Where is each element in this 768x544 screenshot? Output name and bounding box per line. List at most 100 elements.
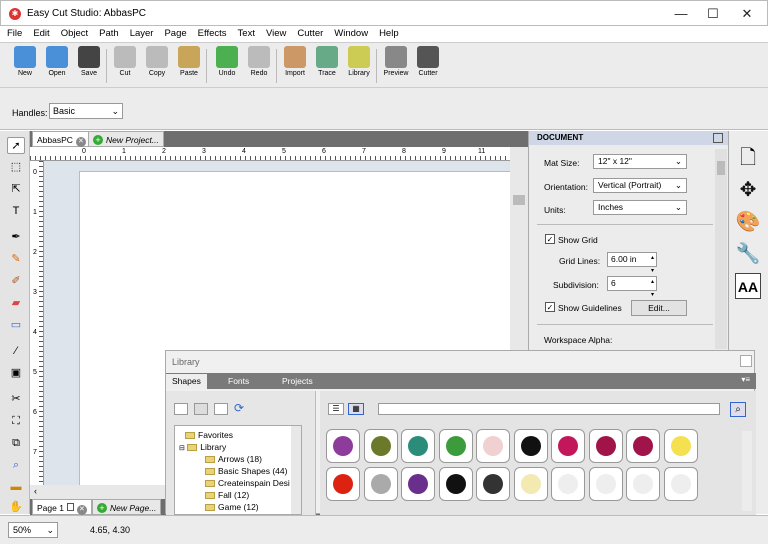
scrollbar-thumb[interactable]	[717, 161, 725, 175]
menu-cutter[interactable]: Cutter	[290, 26, 327, 41]
grid-view-icon[interactable]: ▦	[348, 403, 364, 415]
import-button[interactable]: Import	[279, 46, 311, 77]
maximize-button[interactable]: ☐	[699, 4, 727, 24]
tree-item-game[interactable]: Game (12)	[205, 502, 259, 512]
subdivision-spinner[interactable]: 6 ▴ ▾	[607, 276, 657, 298]
shape-thumbnail[interactable]	[588, 467, 623, 501]
chevron-left-icon[interactable]: ‹	[34, 486, 37, 496]
undo-button[interactable]: Undo	[211, 46, 243, 77]
palette-icon[interactable]: 🎨	[735, 209, 761, 235]
weld-tool-icon[interactable]: ⧉	[7, 435, 25, 452]
shape-thumbnail[interactable]	[476, 467, 510, 501]
menu-view[interactable]: View	[259, 26, 290, 41]
eraser-tool-icon[interactable]: ▰	[7, 295, 25, 312]
shape-tool-icon[interactable]: ▭	[7, 317, 25, 334]
text-tool-icon[interactable]: T	[7, 203, 25, 220]
save-button[interactable]: Save	[73, 46, 105, 77]
fill-tool-icon[interactable]: ▣	[7, 365, 25, 382]
paste-button[interactable]: Paste	[173, 46, 205, 77]
shape-thumbnail[interactable]	[363, 467, 398, 501]
shape-thumbnail[interactable]	[551, 429, 585, 463]
select-tool-icon[interactable]: ➚	[7, 137, 25, 154]
tree-item-basic-shapes[interactable]: Basic Shapes (44)	[205, 466, 287, 476]
close-button[interactable]: ✕	[733, 4, 761, 24]
subselect-tool-icon[interactable]: ⇱	[7, 181, 25, 198]
shape-thumbnail[interactable]	[663, 467, 698, 501]
import-shape-icon[interactable]	[214, 403, 228, 415]
grid-lines-spinner[interactable]: 6.00 in ▴ ▾	[607, 252, 657, 274]
shape-thumbnail[interactable]	[401, 429, 435, 463]
zoom-tool-icon[interactable]: ⌕	[7, 457, 25, 474]
menu-text[interactable]: Text	[231, 26, 259, 41]
panel-scrollbar[interactable]	[715, 149, 727, 349]
node-edit-tool-icon[interactable]: ⬚	[7, 159, 25, 176]
list-view-icon[interactable]: ☰	[328, 403, 344, 415]
shape-thumbnail[interactable]	[476, 429, 510, 463]
shape-thumbnail[interactable]	[326, 429, 360, 463]
minimize-button[interactable]: —	[667, 4, 695, 24]
shape-thumbnail[interactable]	[401, 467, 435, 501]
show-grid-checkbox[interactable]: ✓	[545, 234, 555, 244]
open-button[interactable]: Open	[41, 46, 73, 77]
redo-button[interactable]: Redo	[243, 46, 275, 77]
tab-projects[interactable]: Projects	[276, 374, 319, 389]
pencil-tool-icon[interactable]: ✎	[7, 251, 25, 268]
shape-thumbnail[interactable]	[438, 467, 473, 501]
shape-thumbnail[interactable]	[513, 467, 548, 501]
brush-tool-icon[interactable]: ✐	[7, 273, 25, 290]
shape-thumbnail[interactable]	[663, 429, 698, 463]
menu-page[interactable]: Page	[157, 26, 190, 41]
zoom-select[interactable]: 50% ⌄	[8, 522, 58, 538]
tab-abbaspc[interactable]: AbbasPC ✕	[32, 131, 91, 147]
new-folder-icon[interactable]	[174, 403, 188, 415]
shape-thumbnail[interactable]	[513, 429, 548, 463]
eyedropper-tool-icon[interactable]: ⁄	[7, 343, 25, 360]
trace-button[interactable]: Trace	[311, 46, 343, 77]
tree-item-arrows[interactable]: Arrows (18)	[205, 454, 262, 464]
wrench-icon[interactable]: 🔧	[735, 241, 761, 267]
shape-thumbnail[interactable]	[588, 429, 623, 463]
pen-tool-icon[interactable]: ✒	[7, 229, 25, 246]
cutter-button[interactable]: Cutter	[412, 46, 444, 77]
collapse-icon[interactable]: ⊟	[179, 445, 185, 452]
menu-edit[interactable]: Edit	[26, 26, 53, 41]
knife-tool-icon[interactable]: ✂	[7, 391, 25, 408]
tab-new-project[interactable]: + New Project...	[88, 131, 164, 147]
menu-object[interactable]: Object	[54, 26, 92, 41]
menu-window[interactable]: Window	[327, 26, 372, 41]
menu-help[interactable]: Help	[372, 26, 403, 41]
tab-new-page[interactable]: + New Page...	[92, 499, 162, 515]
edit-guidelines-button[interactable]: Edit...	[631, 300, 687, 316]
show-guidelines-checkbox[interactable]: ✓	[545, 302, 555, 312]
font-size-icon[interactable]: AA	[735, 273, 761, 299]
tab-shapes[interactable]: Shapes	[166, 374, 207, 389]
spinner-arrows-icon[interactable]: ▴ ▾	[651, 276, 654, 302]
spinner-arrows-icon[interactable]: ▴ ▾	[651, 252, 654, 278]
close-icon[interactable]: ✕	[76, 505, 87, 515]
refresh-icon[interactable]: ⟳	[234, 401, 244, 415]
shape-thumbnail[interactable]	[326, 467, 360, 501]
handles-select[interactable]: Basic ⌄	[49, 103, 123, 119]
menu-file[interactable]: File	[0, 26, 26, 41]
menu-path[interactable]: Path	[92, 26, 123, 41]
library-search-input[interactable]	[378, 403, 720, 415]
search-icon[interactable]: ⌕	[730, 402, 746, 417]
menu-icon[interactable]: ▾≡	[741, 375, 750, 384]
preview-button[interactable]: Preview	[380, 46, 412, 77]
shape-thumbnail[interactable]	[438, 429, 473, 463]
menu-layer[interactable]: Layer	[123, 26, 158, 41]
library-button[interactable]: Library	[343, 46, 375, 77]
shape-thumbnail[interactable]	[626, 467, 660, 501]
measure-tool-icon[interactable]: ▬	[7, 479, 25, 496]
close-icon[interactable]: ✕	[75, 137, 86, 147]
shapes-scrollbar[interactable]	[742, 431, 752, 511]
document-icon[interactable]: 🗋	[735, 145, 761, 171]
tree-item-library[interactable]: ⊟ Library	[179, 442, 226, 452]
shape-thumbnail[interactable]	[363, 429, 398, 463]
mat-size-select[interactable]: 12" x 12" ⌄	[593, 154, 687, 169]
menu-effects[interactable]: Effects	[191, 26, 231, 41]
library-float-icon[interactable]	[740, 355, 752, 367]
tree-scrollbar[interactable]	[291, 426, 301, 514]
panel-float-icon[interactable]	[713, 133, 723, 143]
scrollbar-thumb[interactable]	[513, 195, 525, 205]
